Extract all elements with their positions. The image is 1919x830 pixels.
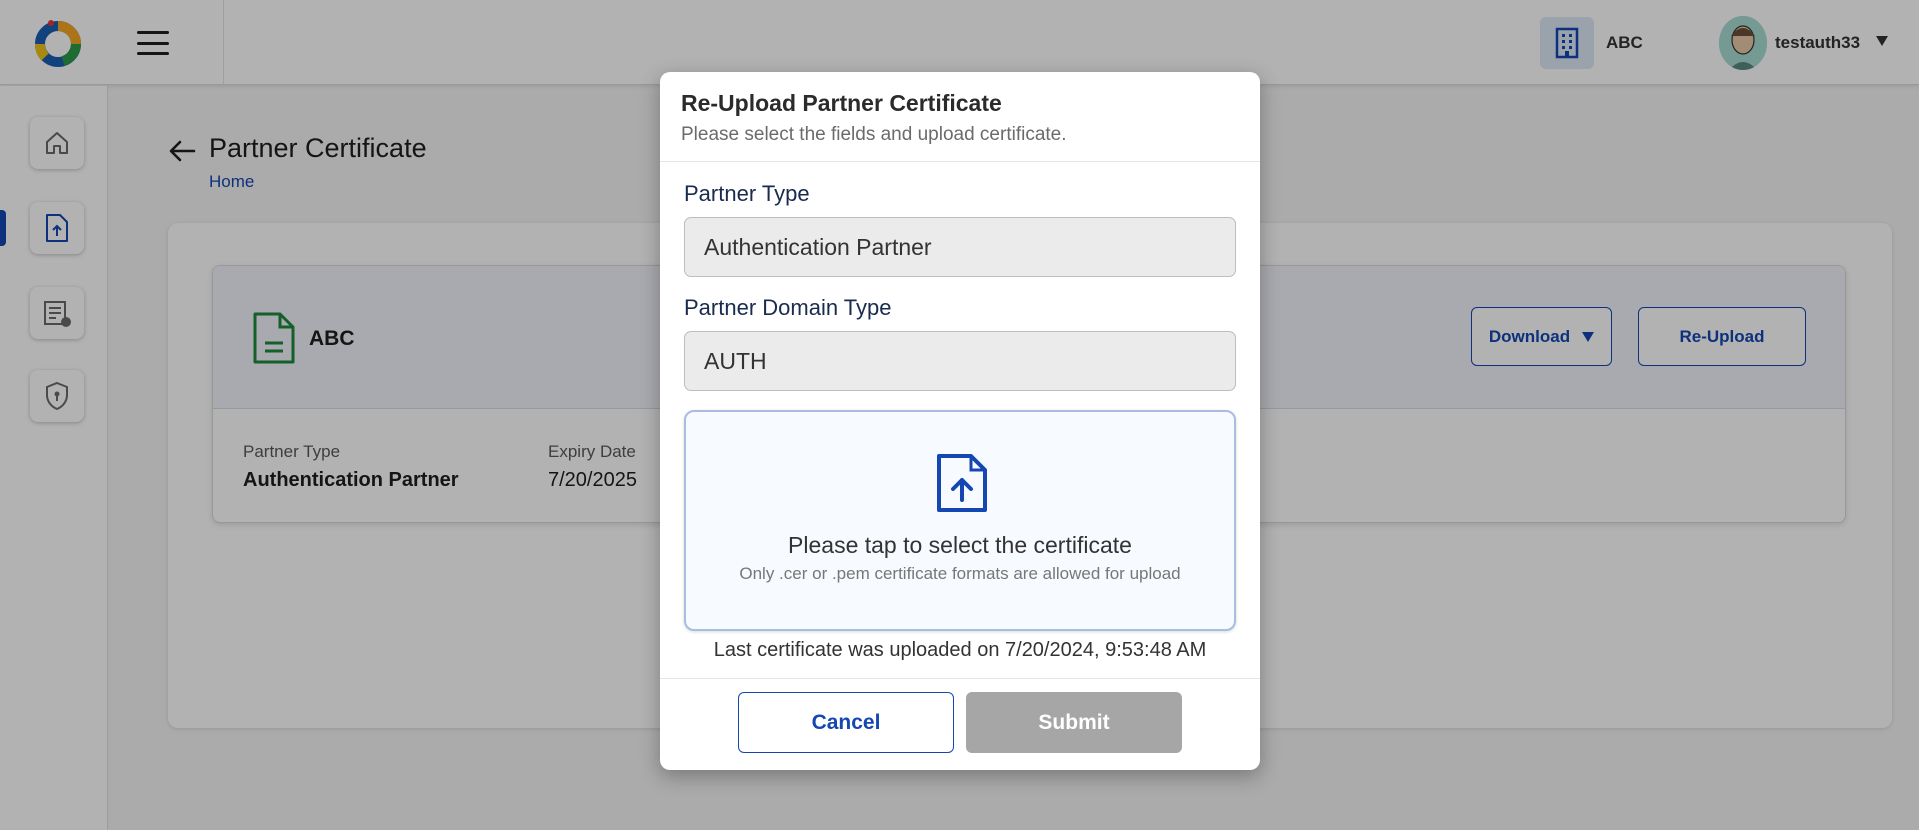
reupload-modal: Re-Upload Partner Certificate Please sel… (660, 72, 1260, 770)
partner-domain-type-field: AUTH (684, 331, 1236, 391)
last-uploaded-text: Last certificate was uploaded on 7/20/20… (713, 639, 1207, 661)
upload-format-hint: Only .cer or .pem certificate formats ar… (739, 564, 1181, 583)
partner-type-label: Partner Type (684, 181, 810, 206)
modal-subtitle: Please select the fields and upload cert… (681, 124, 1067, 145)
upload-file-icon (937, 454, 987, 512)
submit-button[interactable]: Submit (966, 692, 1182, 753)
modal-title: Re-Upload Partner Certificate (681, 90, 1002, 116)
divider (660, 161, 1260, 162)
partner-type-field: Authentication Partner (684, 217, 1236, 277)
cancel-button[interactable]: Cancel (738, 692, 954, 753)
divider (660, 678, 1260, 679)
partner-domain-type-label: Partner Domain Type (684, 295, 892, 320)
certificate-upload-area[interactable]: Please tap to select the certificate Onl… (684, 410, 1236, 631)
upload-instruction: Please tap to select the certificate (788, 532, 1132, 558)
